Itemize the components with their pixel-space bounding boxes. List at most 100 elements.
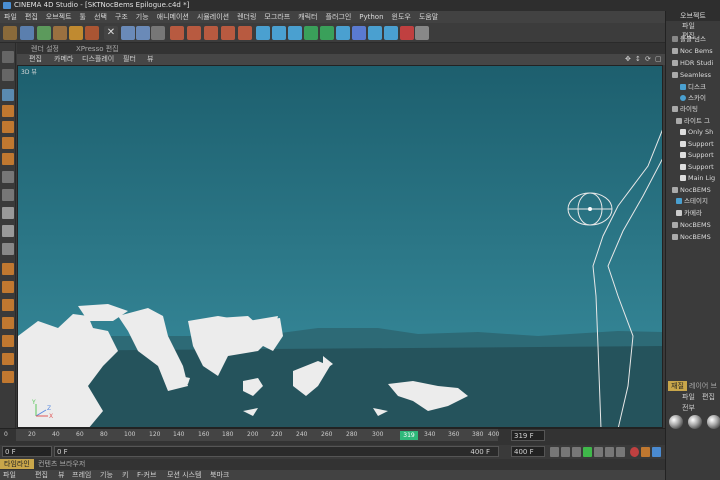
tab-timeline[interactable]: 타임라인 [0,459,34,469]
object-row[interactable]: Support [680,150,714,161]
object-row[interactable]: 라이트 그 [676,116,710,127]
layout-icon[interactable] [415,26,429,40]
mat-filter-all[interactable]: 전부 [682,403,695,413]
object-row[interactable]: HDR Studi [672,58,713,69]
object-row[interactable]: 카메라 [676,208,702,219]
bridge-icon[interactable] [2,371,14,383]
autokey-icon[interactable] [641,447,650,457]
polygons-mode-icon[interactable] [2,153,14,165]
render-picture-viewer-icon[interactable] [187,26,201,40]
menu-mograph[interactable]: 모그라프 [260,12,294,22]
edges-mode-icon[interactable] [2,137,14,149]
object-row[interactable]: Only Sh [680,127,713,138]
object-row[interactable]: Main Lig [680,173,715,184]
material-swatch[interactable] [688,415,702,429]
render-view-icon[interactable] [170,26,184,40]
coordinate-system-icon[interactable] [151,26,165,40]
mat-menu-file[interactable]: 파일 [682,392,695,402]
menu-structure[interactable]: 구조 [111,12,132,22]
tweak-mode-icon[interactable] [2,189,14,201]
previous-key-icon[interactable] [561,447,570,457]
x-axis-lock-icon[interactable]: ✕ [104,26,118,40]
array-icon[interactable] [304,26,318,40]
object-row[interactable]: Support [680,139,714,150]
model-mode-icon[interactable] [2,69,14,81]
y-axis-lock-icon[interactable] [121,26,135,40]
paint-icon[interactable] [2,281,14,293]
object-row[interactable]: 디스크 [680,82,706,93]
tl-menu-motion-system[interactable]: 모션 시스템 [167,470,201,480]
viewport-menu-filter[interactable]: 필터 [123,54,136,65]
python-icon[interactable] [400,26,414,40]
sculpt-icon[interactable] [2,299,14,311]
viewport-menu-display[interactable]: 디스플레이 [82,54,114,65]
subdivision-surface-icon[interactable] [288,26,302,40]
tl-menu-edit[interactable]: 편집 [35,470,48,480]
tl-menu-file[interactable]: 파일 [3,470,16,480]
render-region-icon[interactable] [221,26,235,40]
viewport-navigate-icon[interactable]: ✥ [625,54,631,65]
record-icon[interactable] [630,447,639,457]
object-row[interactable]: 스테이지 [676,196,708,207]
brush-icon[interactable] [2,317,14,329]
menu-render[interactable]: 렌더링 [233,12,260,22]
menu-python[interactable]: Python [355,13,387,21]
make-editable-icon[interactable] [2,51,14,63]
tab-materials[interactable]: 재질 [668,381,687,391]
go-to-start-icon[interactable] [550,447,559,457]
tl-menu-bookmarks[interactable]: 북마크 [210,470,229,480]
viewport-rotate-icon[interactable]: ⟳ [645,54,651,65]
knife-icon[interactable] [2,353,14,365]
next-frame-icon[interactable] [594,447,603,457]
material-swatch[interactable] [669,415,683,429]
bend-deformer-icon[interactable] [320,26,334,40]
workplane-icon[interactable] [2,105,14,117]
render-settings-icon[interactable] [204,26,218,40]
tab-xpresso-editor[interactable]: XPresso 편집 [72,44,123,54]
material-swatch[interactable] [707,415,720,429]
tab-content-browser[interactable]: 컨텐츠 브라우저 [34,459,89,469]
texture-mode-icon[interactable] [2,89,14,101]
render-active-icon[interactable] [238,26,252,40]
menu-window[interactable]: 윈도우 [388,12,415,22]
timeline-ruler[interactable]: 0 20 40 60 80 100 120 140 160 180 200 22… [4,429,499,441]
light-icon[interactable] [368,26,382,40]
snap-icon[interactable] [2,207,14,219]
object-row[interactable]: 플롤 넘스 [672,34,706,45]
tab-render-settings[interactable]: 렌더 설정 [27,44,63,54]
menu-character[interactable]: 캐릭터 [294,12,321,22]
om-menu-file[interactable]: 파일 [682,22,695,30]
menu-functions[interactable]: 기능 [132,12,153,22]
tab-layer-browser[interactable]: 레이어 브 [686,381,720,391]
menu-plugins[interactable]: 플러그인 [322,12,356,22]
playhead[interactable]: 319 [400,431,418,440]
go-to-end-icon[interactable] [616,447,625,457]
play-icon[interactable] [583,447,592,457]
menu-file[interactable]: 파일 [0,12,21,22]
viewport-menu-camera[interactable]: 카메라 [54,54,73,65]
object-row[interactable]: Seamless [672,70,711,81]
object-row[interactable]: 라이팅 [672,104,698,115]
recent-tool-icon[interactable] [85,26,99,40]
previous-frame-icon[interactable] [572,447,581,457]
menu-tools[interactable]: 툴 [76,12,90,22]
magnet-icon[interactable] [2,335,14,347]
camera-icon[interactable] [352,26,366,40]
tl-menu-frame[interactable]: 프레임 [72,470,91,480]
menu-animation[interactable]: 애니메이션 [153,12,193,22]
scale-tool-icon[interactable] [53,26,67,40]
mat-menu-edit[interactable]: 편집 [702,392,715,402]
solo-icon[interactable] [2,263,14,275]
spline-pen-icon[interactable] [272,26,286,40]
current-frame-field[interactable]: 319 F [511,430,545,441]
cube-object-icon[interactable] [256,26,270,40]
menu-simulation[interactable]: 시뮬레이션 [193,12,233,22]
tl-menu-key[interactable]: 키 [122,470,128,480]
menu-select[interactable]: 선택 [90,12,111,22]
object-row[interactable]: NocBEMS [672,220,711,231]
tl-menu-fcurve[interactable]: F-커브 [137,470,156,480]
menu-edit[interactable]: 편집 [21,12,42,22]
object-row[interactable]: NocBEMS [672,185,711,196]
object-row[interactable]: Support [680,162,714,173]
z-axis-lock-icon[interactable] [136,26,150,40]
